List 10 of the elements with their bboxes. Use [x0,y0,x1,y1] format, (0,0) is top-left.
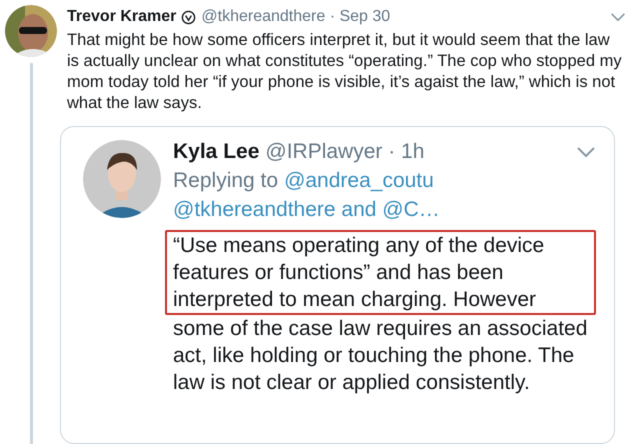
quoted-text: some of the case law requires an associated act, like holding or touching the phone. The law is not clear or applied consistently. [173,316,588,396]
author-name[interactable]: Trevor Kramer [67,8,176,26]
replying-label: Replying to [173,168,278,194]
handle-and-time: @IRPlawyer · 1h [265,140,424,164]
avatar[interactable] [5,5,57,57]
chevron-down-icon[interactable] [576,146,596,158]
author-name: Kyla Lee [173,140,260,164]
tweet-text: That might be how some officers interpret it, but it would seem that the law is actually unclear on what constitutes “operating.” The cop who stopped my mom today told her “if your phone is visible, it’s agaist the law,” which is not what the law says. [67,30,623,114]
chevron-down-icon[interactable] [610,12,626,22]
handle-and-date: @tkhereandthere · Sep 30 [201,8,390,26]
